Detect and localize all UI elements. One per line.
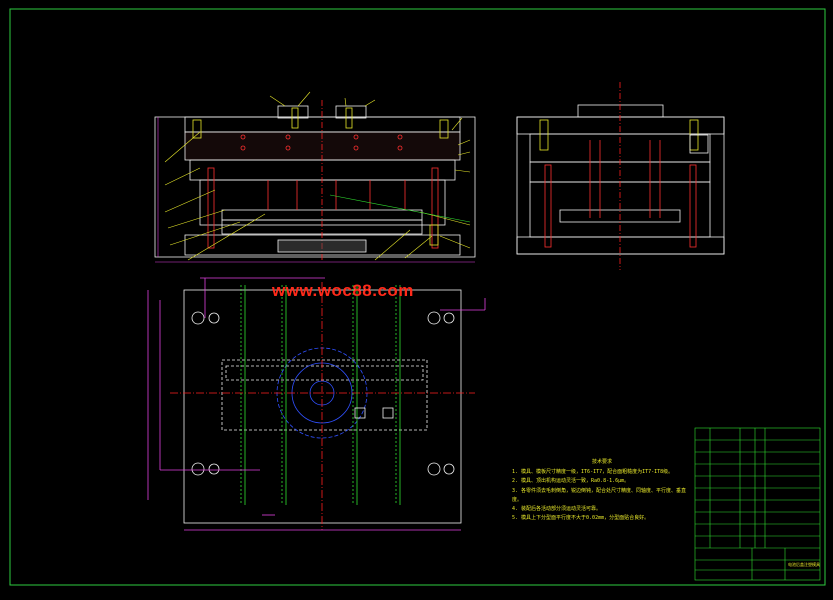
technical-notes: 技术要求 1. 模具、模板尺寸精度一级，IT6-IT7，配合面粗糙度为IT7-I… (512, 458, 692, 523)
side-section-view (516, 82, 725, 270)
plan-view (147, 277, 486, 531)
technical-note-item: 4. 装配后各活动部分须运动灵活可靠。 (512, 506, 602, 513)
technical-note-item: 5. 模具上下分型面平行度不大于0.02mm，分型面贴合良好。 (512, 515, 650, 522)
technical-note-item: 2. 模具、顶出机构运动灵活一致，Ra0.8-1.6μm。 (512, 478, 630, 485)
watermark-text: www.woc88.com (272, 281, 414, 300)
title-block-drawing-name: 电池后盖注塑模具 (788, 562, 820, 567)
outer-frame (9, 8, 826, 586)
front-section-view (154, 100, 476, 262)
cad-drawing-canvas (9, 8, 826, 586)
title-block (694, 427, 821, 581)
technical-note-item: 1. 模具、模板尺寸精度一级，IT6-IT7，配合面粗糙度为IT7-IT8级。 (512, 469, 674, 476)
technical-notes-title: 技术要求 (591, 459, 612, 465)
technical-note-item: 3. 各零件须去毛刺倒角，锐边倒钝，配合处尺寸精度、同轴度、平行度、垂直度。 (512, 487, 687, 503)
